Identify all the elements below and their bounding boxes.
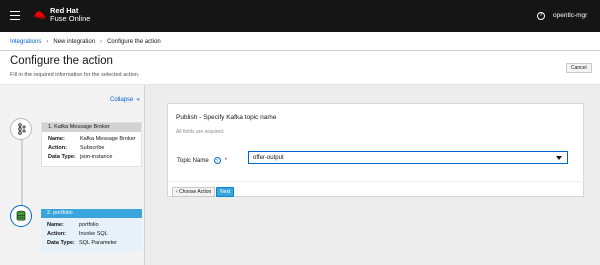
configure-form-card: Publish - Specify Kafka topic name All f… bbox=[167, 103, 585, 197]
divider bbox=[168, 181, 585, 182]
caret-down-icon bbox=[556, 156, 562, 160]
database-icon[interactable] bbox=[10, 205, 32, 227]
breadcrumb-current: Configure the action bbox=[107, 39, 161, 45]
topic-name-value: offer-output bbox=[253, 155, 284, 161]
step-field-value: Subscribe bbox=[80, 145, 105, 151]
form-title: Publish - Specify Kafka topic name bbox=[176, 114, 277, 121]
collapse-label: Collapse bbox=[110, 97, 134, 103]
collapse-button[interactable]: Collapse « bbox=[110, 96, 140, 103]
kafka-glyph-icon bbox=[18, 123, 26, 135]
topic-name-label: Topic Name ? * bbox=[177, 157, 227, 164]
step-field-label: Name: bbox=[47, 222, 64, 228]
step-field-label: Name: bbox=[48, 136, 65, 142]
database-glyph-icon bbox=[16, 210, 26, 221]
step-field-value: Invoke SQL bbox=[79, 231, 108, 237]
redhat-logo-icon bbox=[33, 11, 46, 19]
step-field-label: Action: bbox=[48, 145, 67, 151]
step-field-label: Action: bbox=[47, 231, 66, 237]
step-title: 2. portfolio bbox=[41, 209, 142, 218]
page-title: Configure the action bbox=[10, 55, 113, 67]
cancel-button[interactable]: Cancel bbox=[566, 63, 592, 73]
step-field-value: SQL Parameter bbox=[79, 240, 118, 246]
step-card-portfolio[interactable]: 2. portfolio Name: portfolio Action: Invok… bbox=[41, 209, 142, 252]
breadcrumb-new-integration: New integration bbox=[53, 39, 96, 45]
breadcrumb-separator-icon: › bbox=[46, 39, 49, 45]
choose-action-button[interactable]: ‹ Choose Action bbox=[172, 187, 216, 197]
kafka-icon[interactable] bbox=[10, 118, 32, 140]
required-asterisk: * bbox=[224, 157, 228, 164]
form-required-note: All fields are required. bbox=[176, 129, 225, 135]
help-circle-icon[interactable]: ? bbox=[213, 157, 221, 164]
double-chevron-left-icon: « bbox=[136, 96, 140, 103]
step-field-value: portfolio bbox=[79, 222, 99, 228]
divider bbox=[0, 50, 600, 51]
product-name: Fuse Online bbox=[50, 14, 91, 23]
app-logo[interactable]: Red Hat Fuse Online bbox=[33, 7, 90, 23]
step-field-value: json-instance bbox=[80, 154, 113, 160]
breadcrumb: Integrations › New integration › Configu… bbox=[10, 39, 161, 45]
breadcrumb-separator-icon: › bbox=[100, 39, 103, 45]
next-button[interactable]: Next bbox=[216, 187, 235, 197]
user-menu[interactable]: opentlc-mgr bbox=[553, 12, 587, 19]
step-card-kafka[interactable]: 1. Kafka Message Broker Name: Kafka Messa… bbox=[41, 122, 142, 167]
step-title: 1. Kafka Message Broker bbox=[42, 123, 141, 132]
hamburger-menu-icon[interactable] bbox=[10, 11, 20, 20]
step-field-value: Kafka Message Broker bbox=[80, 136, 136, 142]
topic-name-label-text: Topic Name bbox=[177, 157, 209, 164]
step-field-label: Data Type: bbox=[48, 154, 76, 160]
help-icon[interactable]: ? bbox=[537, 12, 545, 20]
masthead: Red Hat Fuse Online ? opentlc-mgr bbox=[0, 0, 600, 32]
page-subtitle: Fill in the required information for the… bbox=[10, 72, 140, 78]
breadcrumb-integrations[interactable]: Integrations bbox=[10, 39, 41, 45]
step-field-label: Data Type: bbox=[47, 240, 75, 246]
topic-name-select[interactable]: offer-output bbox=[248, 151, 568, 164]
